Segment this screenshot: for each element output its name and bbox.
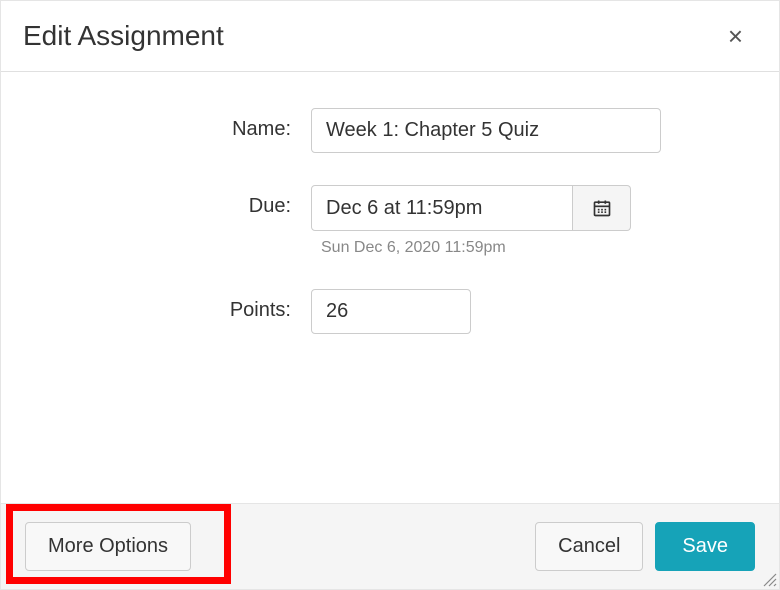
due-input[interactable] [311, 185, 573, 231]
calendar-button[interactable] [573, 185, 631, 231]
dialog-header: Edit Assignment × [1, 1, 779, 72]
due-helper-text: Sun Dec 6, 2020 11:59pm [311, 239, 739, 257]
due-field: Sun Dec 6, 2020 11:59pm [311, 185, 739, 257]
due-row: Due: [41, 185, 739, 257]
dialog-title: Edit Assignment [23, 20, 224, 52]
name-label: Name: [41, 108, 311, 141]
name-input[interactable] [311, 108, 661, 153]
dialog-content: Name: Due: [1, 72, 779, 503]
points-label: Points: [41, 289, 311, 322]
footer-right: Cancel Save [535, 522, 755, 571]
points-input[interactable] [311, 289, 471, 334]
calendar-icon [592, 198, 612, 218]
save-button[interactable]: Save [655, 522, 755, 571]
cancel-button[interactable]: Cancel [535, 522, 643, 571]
name-row: Name: [41, 108, 739, 153]
due-label: Due: [41, 185, 311, 218]
close-icon: × [728, 21, 743, 51]
close-button[interactable]: × [720, 19, 751, 53]
due-input-group [311, 185, 739, 231]
edit-assignment-dialog: Edit Assignment × Name: Due: [0, 0, 780, 590]
name-field [311, 108, 739, 153]
dialog-footer: More Options Cancel Save [1, 503, 779, 589]
more-options-button[interactable]: More Options [25, 522, 191, 571]
points-row: Points: [41, 289, 739, 334]
points-field [311, 289, 739, 334]
